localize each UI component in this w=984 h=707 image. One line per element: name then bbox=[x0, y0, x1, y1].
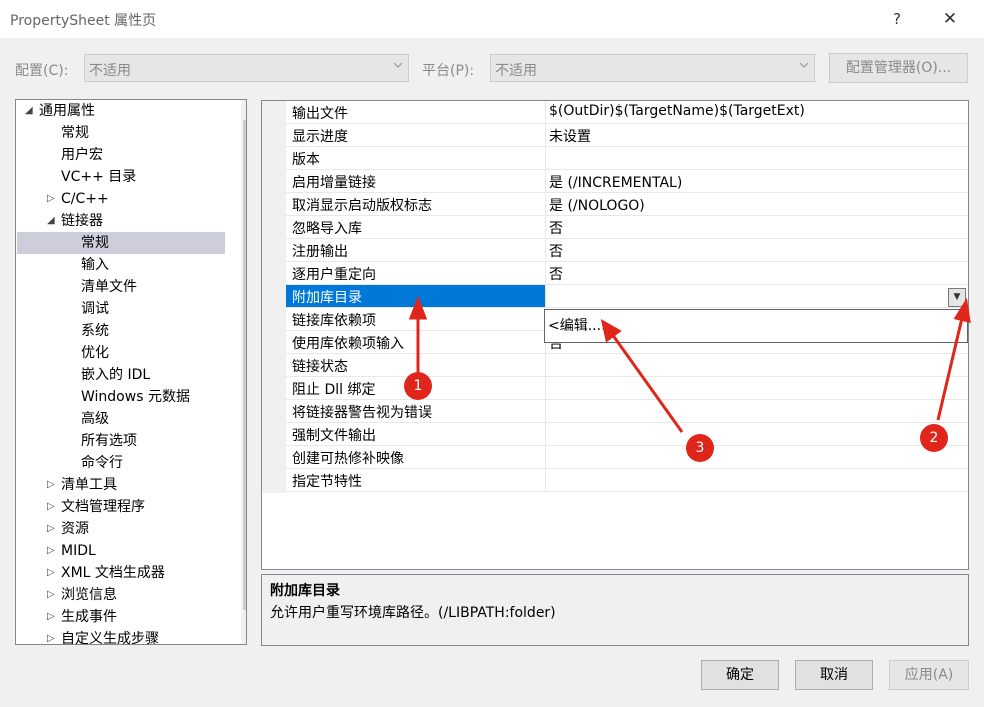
annotation-badge-1: 1 bbox=[404, 372, 432, 400]
annotation-badge-2: 2 bbox=[920, 424, 948, 452]
annotation-badge-3: 3 bbox=[686, 434, 714, 462]
arrow-3-line bbox=[610, 333, 684, 433]
annotation-arrows bbox=[408, 295, 971, 433]
arrow-1-head bbox=[408, 295, 428, 320]
arrow-2-head bbox=[953, 297, 971, 323]
arrow-2-line bbox=[936, 317, 964, 421]
arrow-3-head bbox=[600, 319, 622, 343]
